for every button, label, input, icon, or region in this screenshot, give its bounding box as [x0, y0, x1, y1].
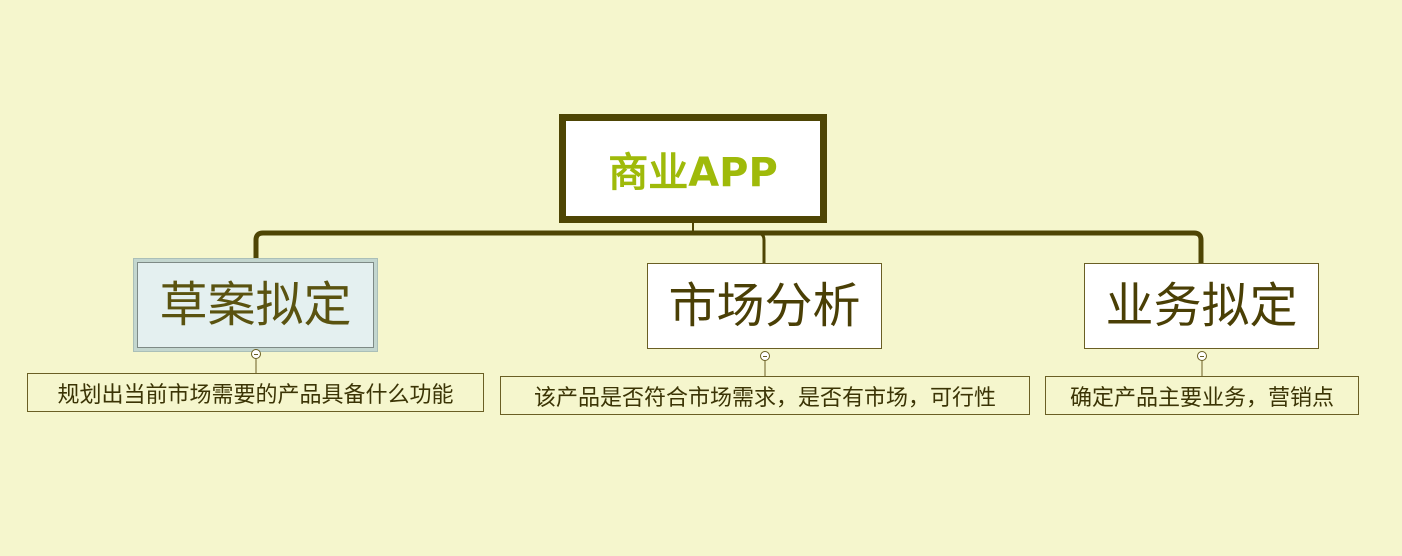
root-topic[interactable]: 商业APP — [559, 114, 827, 223]
branch-topic-label: 业务拟定 — [1105, 278, 1298, 334]
subtopic-label: 该产品是否符合市场需求，是否有市场，可行性 — [533, 385, 996, 411]
subtopic-draft-note[interactable]: 规划出当前市场需要的产品具备什么功能 — [27, 373, 484, 412]
root-topic-label: 商业APP — [608, 149, 778, 196]
mindmap-canvas: 商业APP 草案拟定 市场分析 业务拟定 规划出当前市场需要的产品具备什么功能 … — [0, 0, 1402, 556]
branch-bus-line — [253, 230, 1204, 263]
subtopic-business-note[interactable]: 确定产品主要业务，营销点 — [1045, 376, 1359, 415]
collapse-toggle-icon[interactable] — [251, 349, 261, 359]
subtopic-label: 规划出当前市场需要的产品具备什么功能 — [57, 382, 454, 408]
subtopic-market-note[interactable]: 该产品是否符合市场需求，是否有市场，可行性 — [500, 376, 1030, 415]
branch-topic-market-analysis[interactable]: 市场分析 — [647, 263, 882, 349]
branch-topic-business[interactable]: 业务拟定 — [1084, 263, 1319, 349]
collapse-toggle-icon[interactable] — [760, 351, 770, 361]
collapse-toggle-icon[interactable] — [1197, 351, 1207, 361]
branch-topic-draft[interactable]: 草案拟定 — [137, 262, 374, 348]
branch-topic-label: 草案拟定 — [159, 277, 352, 333]
branch-topic-label: 市场分析 — [668, 278, 861, 334]
subtopic-label: 确定产品主要业务，营销点 — [1069, 385, 1334, 411]
branch-drop-line-2 — [756, 231, 766, 263]
